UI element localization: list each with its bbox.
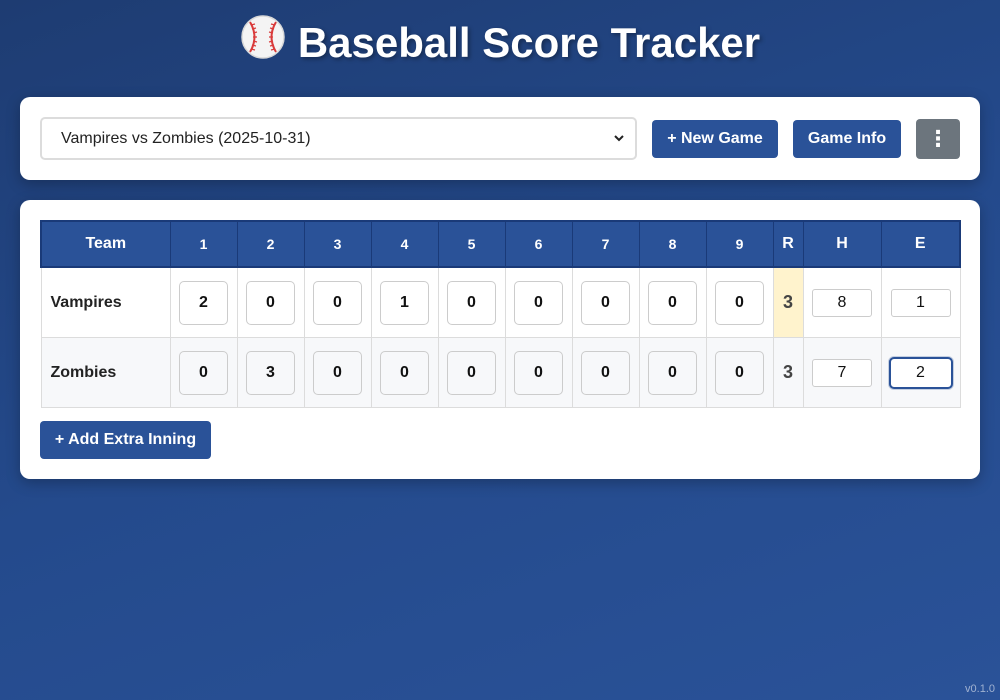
inning-score-input[interactable]: 0	[514, 280, 563, 325]
errors-input[interactable]: 2	[888, 356, 953, 389]
header-team: Team	[40, 220, 171, 268]
scoreboard-panel: Team 1 2 3 4 5 6 7 8 9 R H E Vampires 2 …	[20, 200, 980, 479]
inning-score-input[interactable]: 0	[648, 350, 697, 395]
header-inning: 8	[638, 220, 707, 268]
inning-cell: 3	[236, 337, 305, 408]
header-inning: 4	[370, 220, 439, 268]
inning-score-input[interactable]: 0	[313, 280, 362, 325]
inning-score-input[interactable]: 0	[447, 280, 496, 325]
page-title-text: Baseball Score Tracker	[297, 19, 761, 66]
inning-cell: 0	[437, 266, 506, 338]
inning-cell: 0	[705, 337, 774, 408]
inning-cell: 0	[169, 337, 238, 408]
inning-score-input[interactable]: 0	[715, 350, 764, 395]
inning-cell: 0	[437, 337, 506, 408]
inning-cell: 0	[571, 337, 640, 408]
errors-cell: 2	[880, 337, 961, 408]
game-controls-panel: Vampires vs Zombies (2025-10-31) + New G…	[20, 97, 980, 180]
page-title: Baseball Score Tracker	[0, 15, 1000, 71]
inning-cell: 0	[504, 266, 573, 338]
inning-cell: 0	[638, 266, 707, 338]
inning-score-input[interactable]: 1	[380, 280, 429, 325]
inning-score-input[interactable]: 0	[514, 350, 563, 395]
table-row: Vampires 2 0 0 1 0 0 0 0 0 3 8 1	[40, 266, 961, 338]
inning-cell: 0	[705, 266, 774, 338]
inning-score-input[interactable]: 0	[581, 350, 630, 395]
inning-cell: 1	[370, 266, 439, 338]
inning-cell: 0	[303, 266, 372, 338]
team-name: Vampires	[40, 266, 171, 338]
inning-cell: 0	[370, 337, 439, 408]
runs-total: 3	[772, 266, 804, 338]
header-inning: 6	[504, 220, 573, 268]
hits-cell: 8	[802, 266, 882, 338]
inning-cell: 0	[504, 337, 573, 408]
header-inning: 9	[705, 220, 774, 268]
header-row: Team 1 2 3 4 5 6 7 8 9 R H E	[40, 220, 961, 268]
version-label: v0.1.0	[965, 683, 995, 695]
inning-cell: 0	[571, 266, 640, 338]
inning-score-input[interactable]: 0	[246, 280, 295, 325]
errors-cell: 1	[880, 266, 961, 338]
new-game-button[interactable]: + New Game	[652, 120, 778, 158]
header-inning: 7	[571, 220, 640, 268]
header-hits: H	[802, 220, 882, 268]
inning-score-input[interactable]: 0	[313, 350, 362, 395]
game-select-value: Vampires vs Zombies (2025-10-31)	[61, 130, 311, 147]
inning-score-input[interactable]: 0	[648, 280, 697, 325]
inning-score-input[interactable]: 0	[179, 350, 228, 395]
inning-cell: 0	[236, 266, 305, 338]
hits-cell: 7	[802, 337, 882, 408]
runs-total: 3	[772, 337, 804, 408]
baseball-icon	[240, 14, 286, 71]
header-inning: 1	[169, 220, 238, 268]
header-runs: R	[772, 220, 804, 268]
game-select[interactable]: Vampires vs Zombies (2025-10-31)	[40, 117, 637, 160]
inning-score-input[interactable]: 0	[380, 350, 429, 395]
header-errors: E	[880, 220, 961, 268]
header-inning: 3	[303, 220, 372, 268]
inning-score-input[interactable]: 0	[715, 280, 764, 325]
more-options-button[interactable]: ⋮	[916, 119, 960, 159]
inning-score-input[interactable]: 2	[179, 280, 228, 325]
header-inning: 2	[236, 220, 305, 268]
chevron-down-icon	[613, 119, 625, 174]
inning-cell: 0	[303, 337, 372, 408]
scoreboard-table: Team 1 2 3 4 5 6 7 8 9 R H E Vampires 2 …	[40, 220, 961, 408]
inning-score-input[interactable]: 0	[581, 280, 630, 325]
hits-input[interactable]: 8	[812, 288, 872, 317]
inning-cell: 2	[169, 266, 238, 338]
add-extra-inning-button[interactable]: + Add Extra Inning	[40, 421, 211, 459]
hits-input[interactable]: 7	[812, 358, 872, 387]
team-name: Zombies	[40, 337, 171, 408]
header-inning: 5	[437, 220, 506, 268]
table-row: Zombies 0 3 0 0 0 0 0 0 0 3 7 2	[40, 337, 961, 408]
inning-score-input[interactable]: 3	[246, 350, 295, 395]
inning-cell: 0	[638, 337, 707, 408]
game-info-button[interactable]: Game Info	[793, 120, 901, 158]
errors-input[interactable]: 1	[890, 288, 951, 317]
inning-score-input[interactable]: 0	[447, 350, 496, 395]
